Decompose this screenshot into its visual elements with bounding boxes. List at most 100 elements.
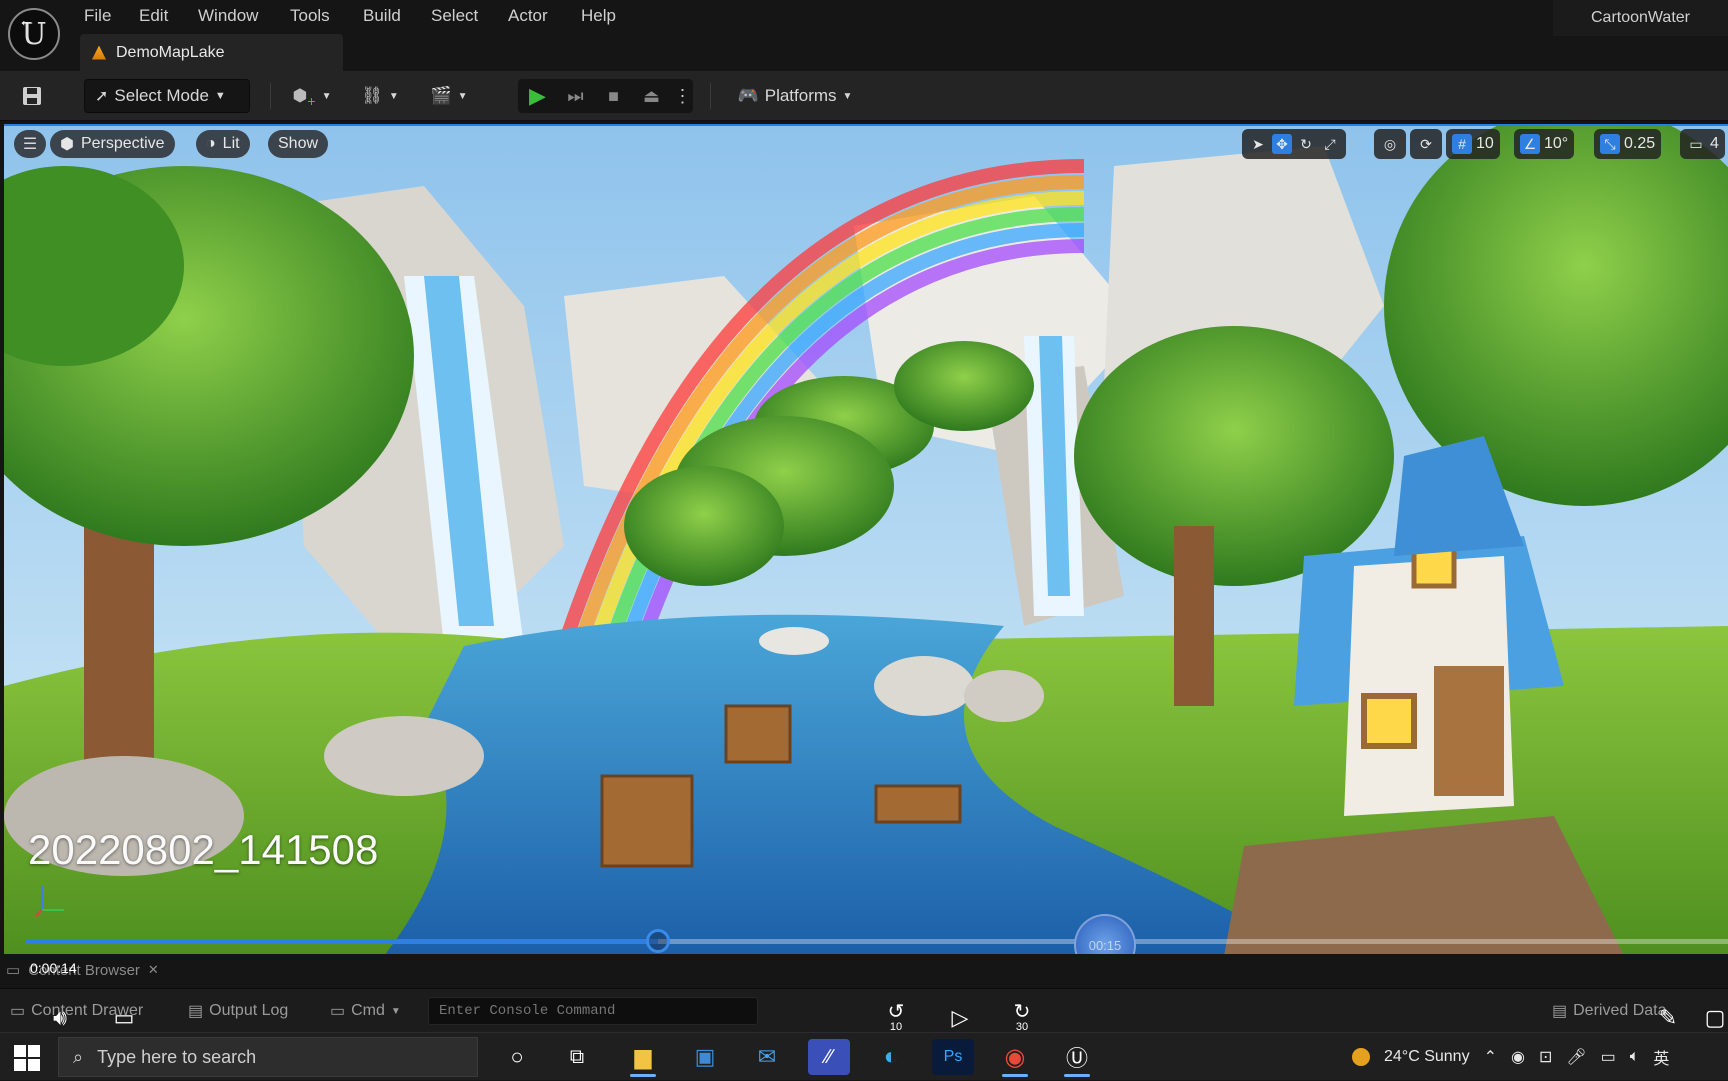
select-arrow-icon[interactable]: ➤ — [1248, 134, 1268, 154]
menu-bar — [0, 0, 1728, 32]
level-tab[interactable]: DemoMapLake — [80, 34, 343, 71]
close-icon[interactable]: ✕ — [148, 962, 159, 978]
camera-icon: ▭ — [1689, 135, 1703, 152]
console-command-input[interactable] — [428, 997, 758, 1025]
task-view-icon[interactable]: ⧉ — [556, 1039, 598, 1075]
scale-icon[interactable]: ⤢ — [1320, 134, 1340, 154]
windows-taskbar: ⌕ Type here to search ○ ⧉ ▆ ▣ ✉ ∕∕ ◐ Ps … — [0, 1032, 1728, 1080]
add-cube-icon: ⬢ — [292, 86, 308, 105]
cmd-dropdown[interactable]: ▭ Cmd ▼ — [330, 997, 401, 1025]
angle-icon: ∠ — [1520, 134, 1540, 154]
terminal-icon: ▭ — [330, 1003, 346, 1020]
add-actor-button[interactable]: ⬢ + ▼ — [288, 79, 336, 113]
cortana-icon[interactable]: ○ — [496, 1039, 538, 1075]
translate-icon[interactable]: ✥ — [1272, 134, 1292, 154]
stop-icon[interactable]: ■ — [598, 86, 630, 107]
vs-app-icon[interactable]: ∕∕ — [808, 1039, 850, 1075]
system-tray: 24°C Sunny ⌃ ◉ ⊡ 🎤︎ ▭ 🔈︎ 英 — [1352, 1033, 1669, 1081]
save-icon[interactable] — [16, 79, 48, 113]
chevron-up-icon[interactable]: ⌃ — [1484, 1047, 1497, 1067]
video-progress-fill — [26, 939, 659, 944]
chrome-icon[interactable]: ◉ — [994, 1039, 1036, 1077]
forward-icon: ↻ — [1013, 1001, 1031, 1023]
play-icon[interactable]: ▶ — [522, 83, 554, 109]
battery-icon[interactable]: ▭ — [1601, 1047, 1616, 1067]
menu-actor[interactable]: Actor — [508, 6, 548, 26]
camera-speed-value: 4 — [1710, 135, 1719, 152]
seek-preview-time: 00:15 — [1088, 937, 1122, 953]
platforms-dropdown[interactable]: 🎮 Platforms ▼ — [730, 79, 860, 113]
mail-icon[interactable]: ✉ — [746, 1039, 788, 1075]
menu-help[interactable]: Help — [581, 6, 616, 26]
taskbar-search-placeholder: Type here to search — [97, 1046, 257, 1067]
blueprint-icon: ⛓ — [361, 86, 383, 105]
taskbar-search[interactable]: ⌕ Type here to search — [58, 1037, 478, 1077]
show-button[interactable]: Show — [268, 130, 329, 158]
unreal-taskbar-icon[interactable]: Ⓤ — [1056, 1039, 1098, 1077]
menu-tools[interactable]: Tools — [290, 6, 330, 26]
rewind-10-button[interactable]: ↺ 10 — [878, 1000, 914, 1036]
grid-snap[interactable]: # 10 — [1446, 129, 1500, 159]
cmd-label: Cmd — [351, 1002, 385, 1019]
play-video-icon[interactable]: ▷ — [942, 1000, 978, 1036]
globe-icon: ◎ — [1383, 135, 1397, 152]
rotation-snap[interactable]: ∠ 10° — [1514, 129, 1575, 159]
menu-build[interactable]: Build — [363, 6, 401, 26]
lit-label: Lit — [222, 135, 240, 152]
select-mode-dropdown[interactable]: ➚ Select Mode ▼ — [84, 79, 250, 113]
cube-icon: ⬢ — [60, 136, 74, 153]
rotate-icon[interactable]: ↻ — [1296, 134, 1316, 154]
camera-speed[interactable]: ▭ 4 — [1680, 129, 1725, 159]
store-icon[interactable]: ▣ — [684, 1039, 726, 1075]
lit-sphere-icon: ◑ — [206, 135, 216, 152]
windows-start-icon[interactable] — [14, 1045, 40, 1071]
menu-edit[interactable]: Edit — [139, 6, 168, 26]
level-viewport[interactable]: ☰ ⬢ Perspective ◑ Lit Show ➤ ✥ ↻ ⤢ ◎ ⟳ #… — [4, 124, 1728, 954]
scale-snap[interactable]: ⤡ 0.25 — [1594, 129, 1662, 159]
record-icon[interactable]: ◉ — [1511, 1047, 1525, 1067]
speaker-icon[interactable]: 🔈︎ — [1630, 1048, 1640, 1066]
photoshop-icon[interactable]: Ps — [932, 1039, 974, 1075]
separator — [710, 83, 711, 109]
grid-icon: # — [1452, 134, 1472, 154]
perspective-button[interactable]: ⬢ Perspective — [50, 130, 175, 158]
menu-select[interactable]: Select — [431, 6, 478, 26]
forward-30-button[interactable]: ↻ 30 — [1004, 1000, 1040, 1036]
surface-snap[interactable]: ⟳ — [1410, 129, 1442, 159]
lit-button[interactable]: ◑ Lit — [196, 130, 250, 158]
cinematics-button[interactable]: 🎬 ▼ — [424, 79, 474, 113]
main-toolbar: ➚ Select Mode ▼ ⬢ + ▼ ⛓ ▼ 🎬 ▼ ▶ ⏭ ■ ⏏ ⋮ 🎮 Pl… — [0, 71, 1728, 121]
video-title-overlay: 20220802_141508 — [28, 826, 379, 873]
log-icon: ▤ — [188, 1003, 204, 1020]
perspective-label: Perspective — [80, 135, 165, 152]
chevron-down-icon: ▼ — [321, 90, 332, 102]
viewport-menu-icon[interactable]: ☰ — [14, 130, 46, 158]
menu-file[interactable]: File — [84, 6, 111, 26]
menu-window[interactable]: Window — [198, 6, 258, 26]
scale-arrow-icon: ⤡ — [1600, 134, 1620, 154]
content-browser-tab[interactable]: ▭ Content Browser ✕ — [6, 958, 159, 982]
edit-pencil-icon[interactable]: ✎ — [1650, 1000, 1686, 1036]
search-icon: ⌕ — [73, 1046, 84, 1067]
edge-icon[interactable]: ◐ — [870, 1039, 912, 1075]
grid-snap-value: 10 — [1476, 135, 1494, 152]
input-language[interactable]: 英 — [1653, 1045, 1669, 1069]
output-log-button[interactable]: ▤ Output Log — [188, 997, 288, 1025]
captions-icon[interactable]: ▭ — [106, 1000, 142, 1036]
step-icon[interactable]: ⏭ — [560, 86, 592, 107]
back-arrow-icon[interactable]: ← — [18, 10, 36, 31]
network-icon[interactable]: ⊡ — [1539, 1047, 1552, 1067]
eject-icon[interactable]: ⏏ — [636, 86, 668, 107]
microphone-icon[interactable]: 🎤︎ — [1566, 1047, 1586, 1067]
fullscreen-icon[interactable]: ▢ — [1704, 1000, 1726, 1036]
weather-text[interactable]: 24°C Sunny — [1384, 1048, 1470, 1066]
play-controls: ▶ ⏭ ■ ⏏ ⋮ — [518, 79, 693, 113]
coordinate-system[interactable]: ◎ — [1374, 129, 1406, 159]
more-vertical-icon[interactable]: ⋮ — [674, 86, 692, 107]
chevron-down-icon: ▼ — [457, 90, 468, 102]
blueprint-button[interactable]: ⛓ ▼ — [356, 79, 404, 113]
drawer-icon: ▭ — [10, 1003, 26, 1020]
volume-icon[interactable]: 🔊︎ — [42, 1000, 78, 1036]
file-explorer-icon[interactable]: ▆ — [622, 1039, 664, 1077]
bottom-panel: ▭ Content Browser ✕ ▭ Content Drawer ▤ O… — [0, 954, 1728, 1032]
